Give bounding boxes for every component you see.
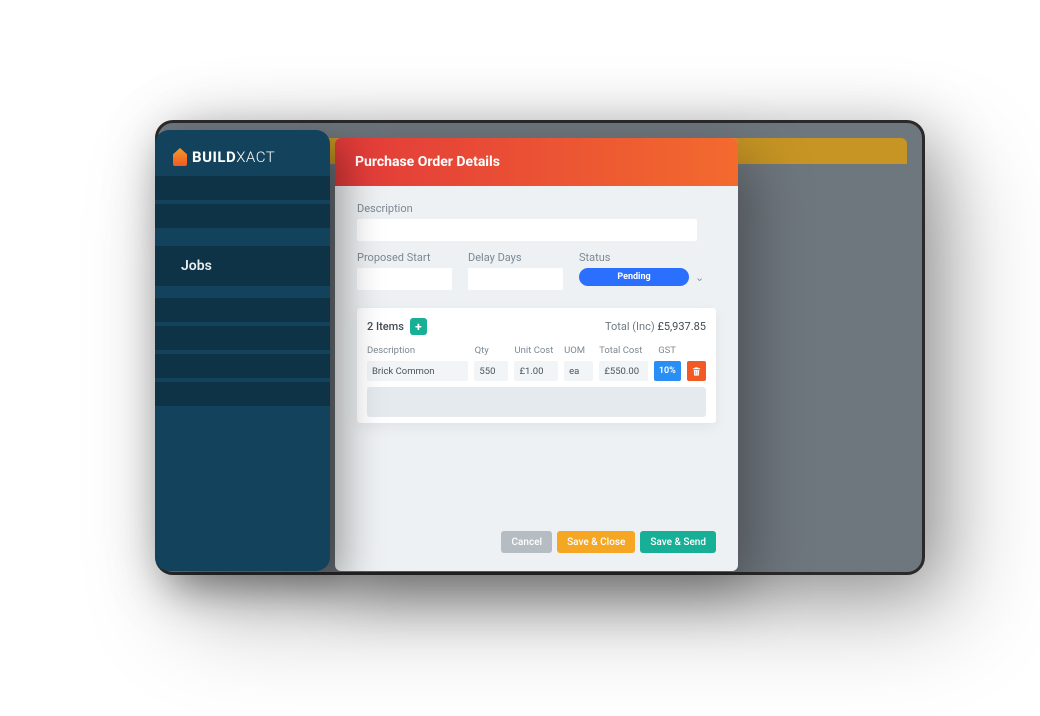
modal-header: Purchase Order Details xyxy=(335,138,738,186)
total-label: Total (Inc) xyxy=(605,320,655,333)
chevron-down-icon[interactable]: ⌄ xyxy=(695,271,704,284)
logo-icon xyxy=(173,148,187,166)
table-header: Description Qty Unit Cost UOM Total Cost… xyxy=(367,345,706,356)
table-row: Brick Common 550 £1.00 ea £550.00 10% xyxy=(367,361,706,381)
col-gst: GST xyxy=(654,345,681,356)
delay-days-label: Delay Days xyxy=(468,251,563,264)
sidebar-item[interactable] xyxy=(155,382,330,406)
save-close-button[interactable]: Save & Close xyxy=(557,531,635,553)
modal-body: Description Proposed Start Delay Days St… xyxy=(335,186,738,519)
sidebar-item[interactable] xyxy=(155,176,330,200)
items-count: 2 Items xyxy=(367,320,404,333)
status-value: Pending xyxy=(617,272,650,282)
items-card: 2 Items + Total (Inc) £5,937.85 Descript… xyxy=(357,308,716,423)
row-total-cost-input[interactable]: £550.00 xyxy=(599,361,647,381)
logo: BUILDXACT xyxy=(173,148,312,166)
col-qty: Qty xyxy=(475,345,509,356)
delete-row-button[interactable] xyxy=(687,361,706,381)
total-value: £5,937.85 xyxy=(657,320,706,333)
trash-icon xyxy=(691,366,702,377)
sidebar-item[interactable] xyxy=(155,326,330,350)
status-dropdown[interactable]: Pending xyxy=(579,268,689,286)
sidebar-item[interactable] xyxy=(155,204,330,228)
col-total-cost: Total Cost xyxy=(599,345,647,356)
status-label: Status xyxy=(579,251,716,264)
proposed-start-label: Proposed Start xyxy=(357,251,452,264)
sidebar: BUILDXACT Jobs xyxy=(155,130,330,571)
sidebar-item[interactable] xyxy=(155,298,330,322)
modal-footer: Cancel Save & Close Save & Send xyxy=(335,519,738,571)
add-item-button[interactable]: + xyxy=(410,318,427,335)
col-unit-cost: Unit Cost xyxy=(515,345,559,356)
modal-title: Purchase Order Details xyxy=(355,154,500,170)
row-gst-selector[interactable]: 10% xyxy=(654,361,681,381)
save-send-button[interactable]: Save & Send xyxy=(640,531,716,553)
proposed-start-input[interactable] xyxy=(357,268,452,290)
row-uom-input[interactable]: ea xyxy=(564,361,593,381)
row-qty-input[interactable]: 550 xyxy=(474,361,508,381)
logo-text-thin: XACT xyxy=(236,148,275,166)
empty-row-strip xyxy=(367,387,706,417)
row-description-input[interactable]: Brick Common xyxy=(367,361,468,381)
sidebar-item-jobs[interactable]: Jobs xyxy=(155,246,330,286)
sidebar-item-label: Jobs xyxy=(181,258,212,274)
logo-text-bold: BUILD xyxy=(192,148,236,166)
delay-days-input[interactable] xyxy=(468,268,563,290)
cancel-button[interactable]: Cancel xyxy=(501,531,552,553)
row-unit-cost-input[interactable]: £1.00 xyxy=(514,361,558,381)
purchase-order-modal: Purchase Order Details Description Propo… xyxy=(335,138,738,571)
sidebar-item[interactable] xyxy=(155,354,330,378)
description-label: Description xyxy=(357,202,716,215)
description-input[interactable] xyxy=(357,219,697,241)
col-description: Description xyxy=(367,345,469,356)
col-uom: UOM xyxy=(564,345,593,356)
